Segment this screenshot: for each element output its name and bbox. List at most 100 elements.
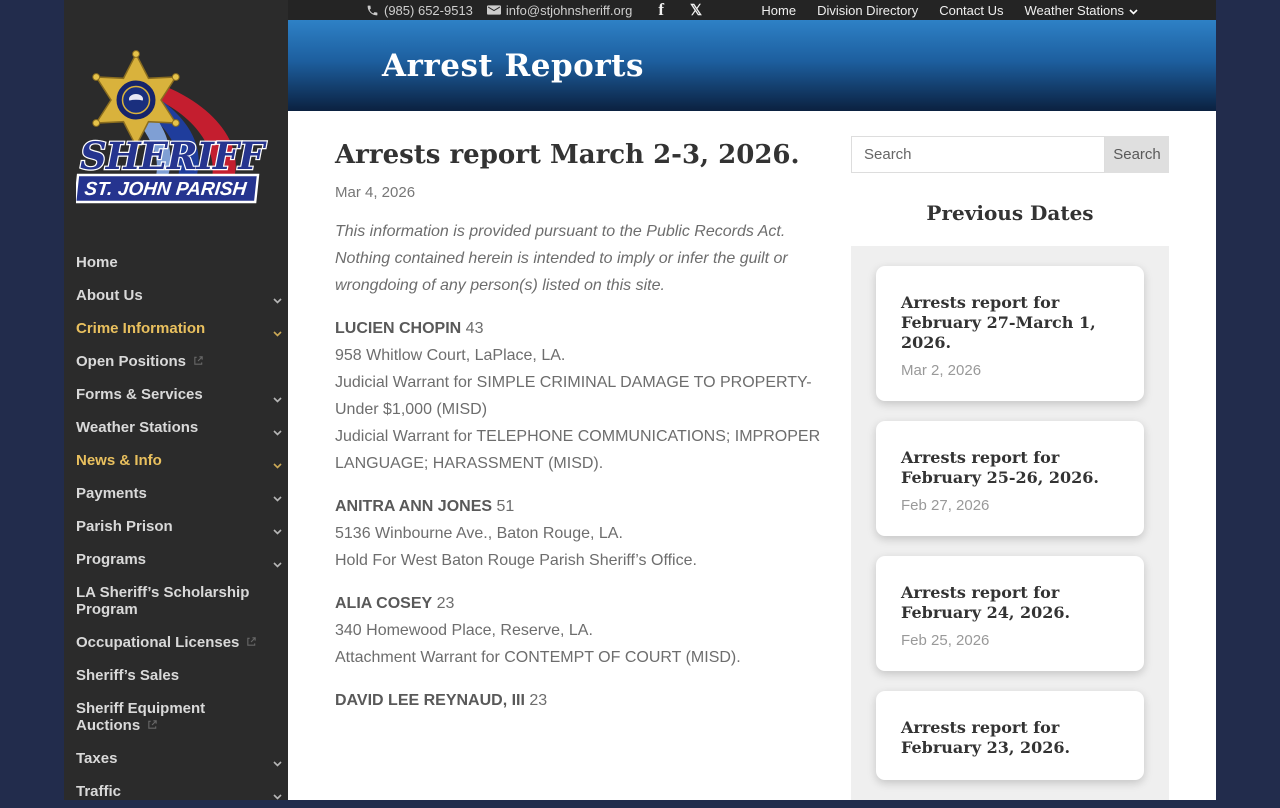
- chevron-down-icon: [273, 555, 282, 572]
- chevron-down-icon: [273, 787, 282, 804]
- arrestee-name: ALIA COSEY: [335, 595, 433, 612]
- sidebar-menu: Home About Us Crime Information Open Positi…: [64, 246, 288, 808]
- sidebar-item-label: Traffic: [76, 783, 122, 800]
- report-card-title[interactable]: Arrests report for February 25-26, 2026.: [901, 448, 1119, 488]
- sidebar-item-taxes[interactable]: Taxes: [64, 742, 288, 775]
- sidebar-item-weather-stations[interactable]: Weather Stations: [64, 411, 288, 444]
- sheriff-logo-graphic: SHERIFF ST. JOHN PARISH: [73, 50, 269, 204]
- arrestee-name: DAVID LEE REYNAUD, III: [335, 692, 525, 709]
- search-input[interactable]: [851, 136, 1105, 173]
- sidebar-item-about-us[interactable]: About Us: [64, 279, 288, 312]
- arrestee-name-line: ANITRA ANN JONES 51: [335, 493, 833, 520]
- arrest-detail-line: Attachment Warrant for CONTEMPT OF COURT…: [335, 649, 741, 666]
- arrestee-name-line: DAVID LEE REYNAUD, III 23: [335, 687, 833, 714]
- logo-wordmark: SHERIFF: [80, 134, 267, 178]
- arrestee-name-line: LUCIEN CHOPIN 43: [335, 315, 833, 342]
- topbar-nav: Home Division Directory Contact Us Weather …: [761, 3, 1138, 18]
- sidebar-item-label: Open Positions: [76, 353, 187, 370]
- sidebar-item-crime-information[interactable]: Crime Information: [64, 312, 288, 345]
- chevron-down-icon: [273, 291, 282, 308]
- report-card-title[interactable]: Arrests report for February 24, 2026.: [901, 583, 1119, 623]
- arrest-detail-line: Judicial Warrant for TELEPHONE COMMUNICA…: [335, 428, 821, 472]
- search-bar: Search: [851, 136, 1169, 173]
- arrest-detail-line: 340 Homewood Place, Reserve, LA.: [335, 622, 593, 639]
- chevron-down-icon: [273, 489, 282, 506]
- records-act-disclaimer: This information is provided pursuant to…: [335, 223, 788, 294]
- article-date: Mar 4, 2026: [335, 184, 416, 201]
- sidebar: SHERIFF ST. JOHN PARISH Home About Us Crim…: [64, 0, 288, 800]
- sidebar-item-home[interactable]: Home: [64, 246, 288, 279]
- sidebar-item-programs[interactable]: Programs: [64, 543, 288, 576]
- previous-report-card[interactable]: Arrests report for February 23, 2026.: [876, 691, 1144, 780]
- sidebar-item-occupational-licenses[interactable]: Occupational Licenses: [64, 626, 288, 659]
- chevron-down-icon: [273, 423, 282, 440]
- chevron-down-icon: [273, 324, 282, 341]
- chevron-down-icon: [273, 522, 282, 539]
- sheriff-logo[interactable]: SHERIFF ST. JOHN PARISH: [73, 42, 276, 210]
- sidebar-item-news-info[interactable]: News & Info: [64, 444, 288, 477]
- topnav-item-label: Division Directory: [817, 2, 919, 18]
- arrestee-name-line: ALIA COSEY 23: [335, 590, 833, 617]
- search-button[interactable]: Search: [1105, 136, 1169, 173]
- topnav-item-division-directory[interactable]: Division Directory: [817, 3, 918, 18]
- arrestee-age: 43: [461, 320, 484, 337]
- logo-banner-text: ST. JOHN PARISH: [83, 179, 248, 200]
- article-title: Arrests report March 2-3, 2026.: [335, 140, 800, 170]
- arrest-detail-line: Hold For West Baton Rouge Parish Sheriff…: [335, 552, 697, 569]
- arrest-detail-line: 958 Whitlow Court, LaPlace, LA.: [335, 347, 566, 364]
- article: Arrests report March 2-3, 2026. Mar 4, 2…: [335, 136, 833, 800]
- phone-number: (985) 652-9513: [384, 2, 473, 18]
- arrestee-name: ANITRA ANN JONES: [335, 498, 493, 515]
- content-area: Arrests report March 2-3, 2026. Mar 4, 2…: [288, 111, 1216, 800]
- sidebar-item-forms-services[interactable]: Forms & Services: [64, 378, 288, 411]
- sidebar-item-label: Programs: [76, 551, 147, 568]
- sidebar-item-sheriff-s-sales[interactable]: Sheriff’s Sales: [64, 659, 288, 692]
- sidebar-item-label: Crime Information: [76, 320, 206, 337]
- sidebar-item-label: Sheriff Equipment Auctions: [76, 700, 206, 734]
- sidebar-item-open-positions[interactable]: Open Positions: [64, 345, 288, 378]
- arrest-detail-line: Judicial Warrant for SIMPLE CRIMINAL DAM…: [335, 374, 812, 418]
- previous-report-card[interactable]: Arrests report for February 24, 2026. Feb…: [876, 556, 1144, 671]
- report-card-title[interactable]: Arrests report for February 27-March 1, …: [901, 293, 1119, 353]
- sidebar-item-label: News & Info: [76, 452, 162, 469]
- previous-dates-panel: Arrests report for February 27-March 1, …: [851, 246, 1169, 800]
- topnav-item-home[interactable]: Home: [761, 3, 796, 18]
- sidebar-item-traffic[interactable]: Traffic: [64, 775, 288, 808]
- chevron-down-icon: [273, 456, 282, 473]
- main-column: (985) 652-9513 info@stjohnsheriff.org f …: [64, 0, 1216, 800]
- previous-report-card[interactable]: Arrests report for February 25-26, 2026.…: [876, 421, 1144, 536]
- sidebar-item-label: Taxes: [76, 750, 118, 767]
- x-icon[interactable]: 𝕏: [690, 1, 702, 19]
- arrest-entry: ANITRA ANN JONES 51 5136 Winbourne Ave., …: [335, 493, 833, 574]
- sidebar-item-label: Sheriff’s Sales: [76, 667, 180, 684]
- external-link-icon: [147, 717, 158, 734]
- sidebar-item-label: Forms & Services: [76, 386, 203, 403]
- report-card-date: Mar 2, 2026: [901, 362, 982, 379]
- topnav-item-contact-us[interactable]: Contact Us: [939, 3, 1003, 18]
- right-sidebar: Search Previous Dates Arrests report for…: [851, 136, 1169, 800]
- external-link-icon: [193, 353, 204, 370]
- email-address: info@stjohnsheriff.org: [505, 2, 633, 18]
- arrestee-age: 51: [492, 498, 515, 515]
- previous-dates-heading: Previous Dates: [926, 201, 1094, 225]
- topbar-contact: (985) 652-9513 info@stjohnsheriff.org f …: [366, 0, 702, 20]
- sidebar-item-payments[interactable]: Payments: [64, 477, 288, 510]
- report-card-title[interactable]: Arrests report for February 23, 2026.: [901, 718, 1119, 758]
- chevron-down-icon: [1129, 3, 1138, 18]
- sidebar-item-label: Payments: [76, 485, 147, 502]
- report-card-date: Feb 25, 2026: [901, 632, 990, 649]
- phone-link[interactable]: (985) 652-9513: [366, 3, 473, 18]
- topnav-item-label: Home: [761, 2, 797, 18]
- facebook-icon[interactable]: f: [658, 0, 664, 20]
- previous-report-card[interactable]: Arrests report for February 27-March 1, …: [876, 266, 1144, 401]
- chevron-down-icon: [273, 754, 282, 771]
- page-header-banner: Arrest Reports: [288, 20, 1216, 111]
- email-link[interactable]: info@stjohnsheriff.org: [486, 2, 633, 18]
- sidebar-item-sheriff-equipment-auctions[interactable]: Sheriff Equipment Auctions: [64, 692, 288, 742]
- sidebar-item-la-sheriff-s-scholarship-program[interactable]: LA Sheriff’s Scholarship Program: [64, 576, 288, 626]
- topnav-item-weather-stations[interactable]: Weather Stations: [1025, 3, 1138, 18]
- topnav-item-label: Contact Us: [939, 2, 1004, 18]
- site-container: SHERIFF ST. JOHN PARISH Home About Us Crim…: [64, 0, 1216, 800]
- sidebar-item-parish-prison[interactable]: Parish Prison: [64, 510, 288, 543]
- arrest-entry: ALIA COSEY 23 340 Homewood Place, Reserve…: [335, 590, 833, 671]
